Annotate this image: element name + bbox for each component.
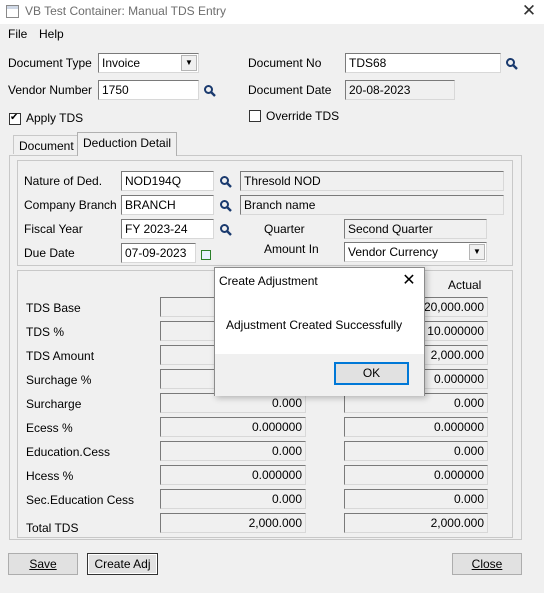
dialog-close-icon[interactable]: ✕	[399, 270, 419, 292]
sec-education-cess-label: Sec.Education Cess	[26, 493, 135, 507]
quarter-field: Second Quarter	[344, 219, 487, 239]
total-tds-label: Total TDS	[26, 521, 79, 535]
hcess-percent-label: Hcess %	[26, 469, 74, 483]
surcharge-field: 0.000	[160, 393, 306, 413]
amount-in-value: Vendor Currency	[348, 245, 439, 259]
tab-document[interactable]: Document	[13, 135, 80, 154]
nature-label: Nature of Ded.	[24, 174, 103, 188]
due-date-field[interactable]: 07-09-2023	[121, 243, 196, 263]
search-icon[interactable]	[219, 199, 233, 213]
create-adj-button[interactable]: Create Adj	[87, 553, 158, 575]
quarter-label: Quarter	[264, 222, 305, 236]
document-type-select[interactable]: Invoice ▼	[98, 53, 199, 73]
amount-in-label: Amount In	[264, 242, 319, 256]
search-icon[interactable]	[219, 175, 233, 189]
close-button-label: Close	[471, 557, 503, 571]
tds-base-label: TDS Base	[26, 301, 81, 315]
vendor-number-field[interactable]: 1750	[98, 80, 199, 100]
surcharge-actual: 0.000	[344, 393, 488, 413]
total-tds-actual: 2,000.000	[344, 513, 488, 533]
education-cess-field: 0.000	[160, 441, 306, 461]
search-icon[interactable]	[219, 223, 233, 237]
create-adjustment-dialog: Create Adjustment ✕ Adjustment Created S…	[214, 267, 425, 396]
hcess-percent-actual: 0.000000	[344, 465, 488, 485]
actual-header: Actual	[448, 278, 482, 292]
chevron-down-icon[interactable]: ▼	[469, 244, 485, 260]
document-date-field: 20-08-2023	[345, 80, 455, 100]
branch-field[interactable]: BRANCH	[121, 195, 214, 215]
document-no-label: Document No	[248, 56, 322, 70]
app-icon	[6, 5, 19, 18]
dialog-title: Create Adjustment	[219, 274, 318, 288]
document-type-label: Document Type	[8, 56, 92, 70]
dialog-button-area: OK	[215, 354, 424, 396]
fiscal-year-field[interactable]: FY 2023-24	[121, 219, 214, 239]
tds-percent-label: TDS %	[26, 325, 65, 339]
search-icon[interactable]	[203, 84, 217, 98]
calendar-icon[interactable]	[201, 250, 211, 260]
vendor-number-label: Vendor Number	[8, 83, 93, 97]
save-button[interactable]: Save	[8, 553, 78, 575]
due-date-label: Due Date	[24, 246, 75, 260]
window-title: VB Test Container: Manual TDS Entry	[25, 4, 226, 18]
tab-deduction-detail[interactable]: Deduction Detail	[77, 132, 178, 156]
window-close-icon[interactable]: ✕	[520, 0, 538, 22]
menu-file[interactable]: File	[8, 27, 27, 41]
override-tds-checkbox[interactable]	[249, 110, 261, 122]
document-date-label: Document Date	[248, 83, 332, 97]
education-cess-actual: 0.000	[344, 441, 488, 461]
surcharge-percent-label: Surchage %	[26, 373, 92, 387]
document-no-field[interactable]: TDS68	[345, 53, 501, 73]
branch-label: Company Branch	[24, 198, 117, 212]
fiscal-year-label: Fiscal Year	[24, 222, 83, 236]
create-adj-button-label: Create Adj	[94, 557, 151, 571]
ecess-percent-label: Ecess %	[26, 421, 73, 435]
hcess-percent-field: 0.000000	[160, 465, 306, 485]
chevron-down-icon[interactable]: ▼	[181, 55, 197, 71]
ecess-percent-actual: 0.000000	[344, 417, 488, 437]
menu-help[interactable]: Help	[39, 27, 64, 41]
apply-tds-label: Apply TDS	[26, 111, 84, 125]
ecess-percent-field: 0.000000	[160, 417, 306, 437]
amount-in-select[interactable]: Vendor Currency ▼	[344, 242, 487, 262]
override-tds-label: Override TDS	[266, 109, 340, 123]
search-icon[interactable]	[505, 57, 519, 71]
education-cess-label: Education.Cess	[26, 445, 111, 459]
dialog-message: Adjustment Created Successfully	[226, 318, 403, 332]
document-type-value: Invoice	[102, 56, 141, 70]
total-tds-field: 2,000.000	[160, 513, 306, 533]
tds-amount-label: TDS Amount	[26, 349, 95, 363]
sec-education-cess-field: 0.000	[160, 489, 306, 509]
surcharge-label: Surcharge	[26, 397, 82, 411]
title-bar: VB Test Container: Manual TDS Entry ✕	[0, 0, 544, 24]
save-button-label: Save	[29, 557, 57, 571]
branch-description: Branch name	[240, 195, 504, 215]
close-button[interactable]: Close	[452, 553, 522, 575]
apply-tds-checkbox[interactable]	[9, 112, 21, 125]
nature-field[interactable]: NOD194Q	[121, 171, 214, 191]
ok-button[interactable]: OK	[334, 362, 409, 385]
nature-description: Thresold NOD	[240, 171, 504, 191]
sec-education-cess-actual: 0.000	[344, 489, 488, 509]
